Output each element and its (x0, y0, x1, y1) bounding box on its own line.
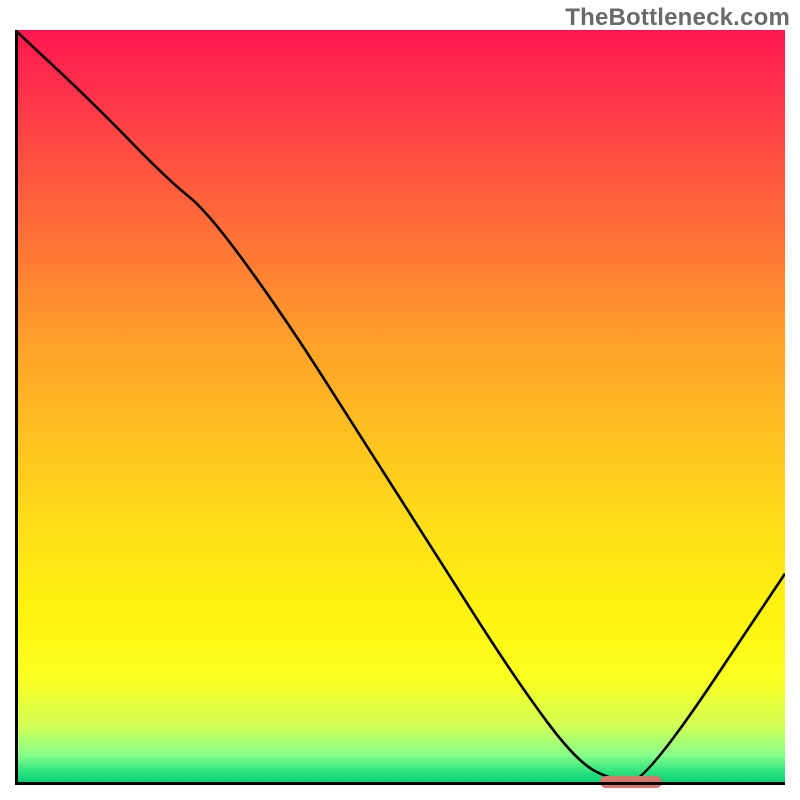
optimal-range-marker (600, 776, 662, 788)
watermark-text: TheBottleneck.com (565, 4, 790, 32)
chart-container: TheBottleneck.com (0, 0, 800, 800)
plot-area (15, 30, 785, 785)
bottleneck-curve (15, 30, 785, 781)
line-layer (15, 30, 785, 785)
